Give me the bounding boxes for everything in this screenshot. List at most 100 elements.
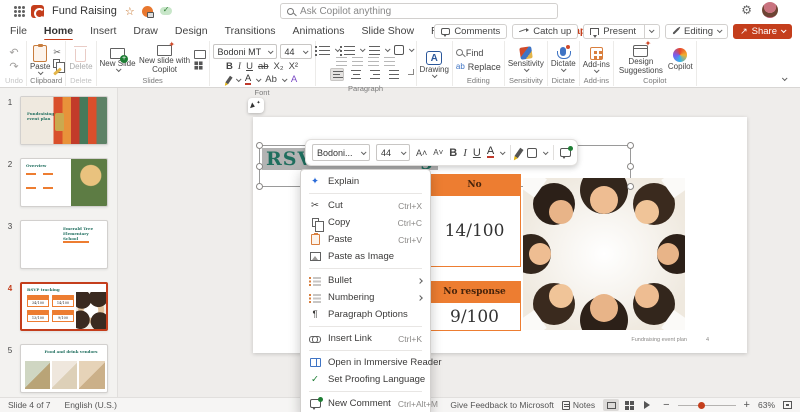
cut-button[interactable]: ✂ xyxy=(53,47,62,57)
mini-highlight-button[interactable] xyxy=(515,147,524,157)
new-slide-copilot-button[interactable]: New slide with Copilot xyxy=(139,45,191,74)
find-button[interactable]: Find xyxy=(456,48,501,58)
highlight-color-button[interactable] xyxy=(225,75,232,83)
numbering-button[interactable] xyxy=(344,46,355,55)
bullets-button[interactable] xyxy=(319,46,330,55)
text-direction-button[interactable] xyxy=(394,45,404,55)
zoom-slider[interactable] xyxy=(678,405,736,406)
context-menu-item-copy[interactable]: CopyCtrl+C xyxy=(301,214,430,231)
editing-mode-button[interactable]: Editing xyxy=(665,24,728,39)
context-menu-item-paragraph-options[interactable]: ¶Paragraph Options xyxy=(301,306,430,323)
redo-icon[interactable]: ↷ xyxy=(9,62,18,72)
selection-handle[interactable] xyxy=(627,163,634,170)
selection-handle[interactable] xyxy=(256,142,263,149)
zoom-slider-handle[interactable] xyxy=(698,402,705,409)
paste-button[interactable]: Paste xyxy=(30,45,50,75)
present-dropdown[interactable] xyxy=(644,25,653,38)
context-menu-item-numbering[interactable]: Numbering xyxy=(301,289,430,306)
mini-font-size-select[interactable]: 44 xyxy=(376,144,410,161)
clear-formatting-button[interactable]: A xyxy=(291,74,297,85)
slide-thumbnail-1[interactable]: Fundraising event plan xyxy=(20,96,108,145)
table-header-no-response[interactable]: No response xyxy=(428,281,521,302)
copilot-search-box[interactable]: Ask Copilot anything xyxy=(280,3,558,19)
app-launcher-icon[interactable] xyxy=(14,6,17,9)
decrease-indent-icon[interactable] xyxy=(336,57,347,66)
context-menu-item-paste-as-image[interactable]: Paste as Image xyxy=(301,248,430,265)
underline-button[interactable]: U xyxy=(246,61,253,72)
slide-counter[interactable]: Slide 4 of 7 xyxy=(8,400,51,410)
kids-circle-photo[interactable] xyxy=(523,178,685,330)
tab-animations[interactable]: Animations xyxy=(293,25,345,37)
shrink-font-button[interactable]: A˅ xyxy=(433,148,443,157)
delete-button[interactable]: Delete xyxy=(69,49,92,71)
dictate-button[interactable]: Dictate xyxy=(551,47,576,72)
context-menu-item-paste[interactable]: PasteCtrl+V xyxy=(301,231,430,248)
slide-sorter-view-button[interactable] xyxy=(621,399,637,411)
table-header-no[interactable]: No xyxy=(428,174,521,195)
sensitivity-label-icon[interactable] xyxy=(142,6,153,17)
grow-font-button[interactable]: A˄ xyxy=(416,148,427,158)
right-to-left-icon[interactable] xyxy=(384,57,395,66)
paragraph-dialog-launcher[interactable] xyxy=(408,69,414,75)
left-to-right-icon[interactable] xyxy=(368,57,379,66)
tab-insert[interactable]: Insert xyxy=(90,25,116,37)
bold-button[interactable]: B xyxy=(226,61,233,72)
subscript-button[interactable]: X₂ xyxy=(274,61,284,72)
font-name-select[interactable]: Bodoni MT xyxy=(213,44,277,59)
share-button[interactable]: ↗ Share xyxy=(733,24,792,39)
italic-button[interactable]: I xyxy=(238,62,241,72)
comments-button[interactable]: Comments xyxy=(434,24,507,39)
mini-underline-button[interactable]: U xyxy=(473,147,481,159)
tab-draw[interactable]: Draw xyxy=(133,25,158,37)
favorite-star-icon[interactable]: ☆ xyxy=(125,5,135,18)
selection-handle[interactable] xyxy=(627,142,634,149)
undo-icon[interactable]: ↶ xyxy=(9,48,18,58)
align-right-button[interactable] xyxy=(368,68,382,81)
language-status[interactable]: English (U.S.) xyxy=(65,400,117,410)
context-menu-item-open-in-immersive-reader[interactable]: Open in Immersive Reader xyxy=(301,354,430,371)
fit-to-window-icon[interactable] xyxy=(783,401,792,409)
selection-handle[interactable] xyxy=(256,183,263,190)
mini-italic-button[interactable]: I xyxy=(463,147,467,159)
align-left-button[interactable] xyxy=(330,68,344,81)
document-title[interactable]: Fund Raising xyxy=(52,5,117,17)
zoom-level[interactable]: 63% xyxy=(758,400,775,410)
new-slide-button[interactable]: New Slide xyxy=(100,48,136,72)
strikethrough-button[interactable]: ab xyxy=(258,61,269,72)
notes-toggle[interactable]: Notes xyxy=(562,400,595,410)
drawing-button[interactable]: A Drawing xyxy=(420,51,449,78)
feedback-link[interactable]: Give Feedback to Microsoft xyxy=(450,400,553,410)
superscript-button[interactable]: X² xyxy=(289,61,299,72)
sensitivity-button[interactable]: Sensitivity xyxy=(508,47,544,72)
saved-status-icon[interactable] xyxy=(160,7,172,15)
slide-layout-icon[interactable] xyxy=(194,61,202,69)
table-value-no-response[interactable]: 9/100 xyxy=(428,302,521,331)
slide-thumbnail-5[interactable]: Food and drink vendors xyxy=(20,344,108,393)
slide-thumbnail-4-selected[interactable]: RSVP tracking 34/100 14/100 13/100 9/100 xyxy=(20,282,108,331)
mini-font-name-select[interactable]: Bodoni... xyxy=(312,144,370,161)
context-menu-item-cut[interactable]: ✂CutCtrl+X xyxy=(301,197,430,214)
slide-thumbnail-2[interactable]: Overview xyxy=(20,158,108,207)
present-button[interactable]: Present xyxy=(583,24,660,39)
table-value-no[interactable]: 14/100 xyxy=(428,195,521,267)
align-center-button[interactable] xyxy=(349,68,363,81)
selection-handle[interactable] xyxy=(627,183,634,190)
justify-button[interactable] xyxy=(387,68,401,81)
addins-button[interactable]: Add-ins xyxy=(583,47,610,73)
character-spacing-button[interactable]: Ab xyxy=(265,74,277,85)
context-menu-item-explain[interactable]: ✦Explain xyxy=(301,173,430,190)
replace-button[interactable]: ab Replace xyxy=(456,62,501,72)
context-menu-item-set-proofing-language[interactable]: ✓Set Proofing Language xyxy=(301,371,430,388)
tab-design[interactable]: Design xyxy=(175,25,208,37)
account-avatar[interactable] xyxy=(762,2,778,18)
zoom-out-button[interactable]: − xyxy=(663,399,669,411)
mini-paste-options-button[interactable] xyxy=(527,148,537,158)
powerpoint-logo-icon[interactable] xyxy=(31,5,44,18)
font-color-button[interactable]: A xyxy=(245,74,251,85)
design-suggestions-button[interactable]: Design Suggestions xyxy=(617,45,665,75)
font-size-select[interactable]: 44 xyxy=(280,44,312,59)
copy-button[interactable] xyxy=(53,59,60,68)
mini-bold-button[interactable]: B xyxy=(449,147,457,159)
zoom-in-button[interactable]: + xyxy=(744,399,750,411)
tab-transitions[interactable]: Transitions xyxy=(225,25,276,37)
